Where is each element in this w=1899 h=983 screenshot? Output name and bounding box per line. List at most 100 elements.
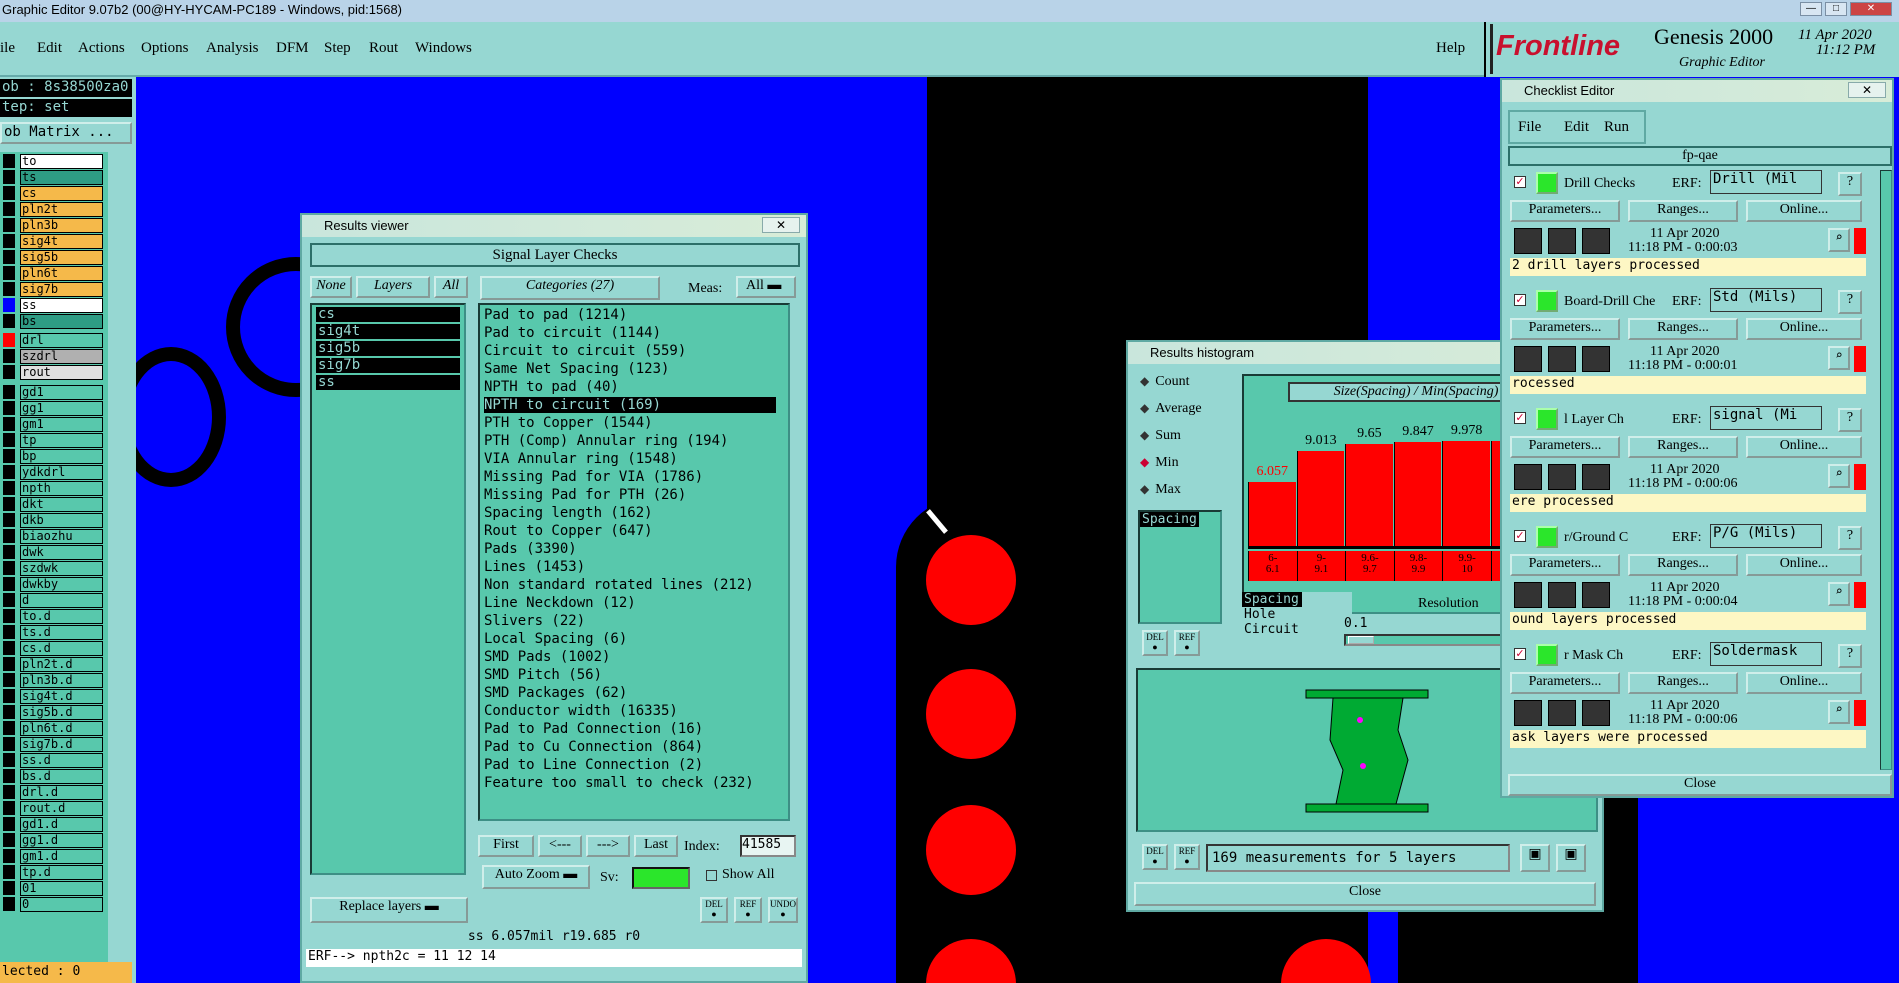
check-status-icon[interactable]	[1536, 408, 1558, 430]
preview-ref-button[interactable]: REF ●	[1174, 844, 1200, 870]
misc-layer-row[interactable]: gm1.d	[20, 849, 103, 864]
ref-button[interactable]: REF ●	[734, 897, 762, 923]
layer-row[interactable]: bs	[20, 314, 103, 329]
online-button[interactable]: Online...	[1746, 200, 1862, 222]
layer-row[interactable]: pln6t	[20, 266, 103, 281]
stat-radio-count[interactable]: ◆ Count	[1140, 374, 1189, 390]
category-item[interactable]: Pads (3390)	[484, 541, 577, 557]
help-button[interactable]: ?	[1838, 290, 1862, 314]
run-check-icon[interactable]	[1582, 346, 1610, 372]
run-check-icon[interactable]	[1582, 582, 1610, 608]
close-icon[interactable]: ✕	[1848, 82, 1886, 98]
stat-radio-min[interactable]: ◆ Min	[1140, 455, 1179, 471]
del-button[interactable]: DEL ●	[700, 897, 728, 923]
checklist-menu-run[interactable]: Run	[1604, 119, 1629, 136]
hist-attr-item[interactable]: Hole	[1242, 607, 1302, 622]
undo-button[interactable]: UNDO ●	[768, 897, 798, 923]
auto-zoom-dropdown[interactable]: Auto Zoom ▬	[482, 865, 590, 889]
histogram-bar[interactable]	[1345, 444, 1393, 546]
alert-icon[interactable]	[1854, 464, 1866, 490]
erf-field[interactable]: P/G (Mils)	[1710, 524, 1822, 548]
run-check-icon[interactable]	[1514, 582, 1542, 608]
stat-radio-average[interactable]: ◆ Average	[1140, 401, 1202, 417]
checklist-menu-file[interactable]: File	[1518, 119, 1541, 136]
index-input[interactable]: 41585	[740, 835, 796, 857]
misc-layer-row[interactable]: 01	[20, 881, 103, 896]
category-item[interactable]: SMD Pads (1002)	[484, 649, 610, 665]
categories-list[interactable]: Pad to pad (1214) Pad to circuit (1144) Ci…	[478, 303, 790, 821]
checklist-scrollbar[interactable]	[1880, 170, 1892, 770]
layer-row[interactable]: ss	[20, 298, 103, 313]
category-item[interactable]: SMD Pitch (56)	[484, 667, 602, 683]
misc-layer-row[interactable]: gd1	[20, 385, 103, 400]
online-button[interactable]: Online...	[1746, 554, 1862, 576]
meas-dropdown[interactable]: All ▬	[736, 276, 796, 298]
ranges-button[interactable]: Ranges...	[1628, 200, 1738, 222]
menu-windows[interactable]: Windows	[415, 40, 472, 57]
preview-del-button[interactable]: DEL ●	[1142, 844, 1168, 870]
category-item[interactable]: Rout to Copper (647)	[484, 523, 653, 539]
run-check-icon[interactable]	[1514, 346, 1542, 372]
run-check-icon[interactable]	[1582, 464, 1610, 490]
npth-pad-2[interactable]	[926, 669, 1016, 759]
misc-layer-row[interactable]: gm1	[20, 417, 103, 432]
category-item[interactable]: Missing Pad for VIA (1786)	[484, 469, 703, 485]
stat-radio-max[interactable]: ◆ Max	[1140, 482, 1181, 498]
hist-attr-item[interactable]: Spacing	[1242, 592, 1302, 607]
help-button[interactable]: ?	[1838, 408, 1862, 432]
ranges-button[interactable]: Ranges...	[1628, 436, 1738, 458]
erf-field[interactable]: signal (Mi	[1710, 406, 1822, 430]
zoom-area-icon[interactable]: ▣	[1556, 844, 1586, 872]
layer-row[interactable]: cs	[20, 186, 103, 201]
misc-layer-row[interactable]: to.d	[20, 609, 103, 624]
check-status-icon[interactable]	[1536, 644, 1558, 666]
first-button[interactable]: First	[478, 835, 534, 857]
check-enable-checkbox[interactable]: ✓	[1514, 294, 1526, 306]
zoom-icon[interactable]: ⌕	[1828, 346, 1850, 370]
misc-layer-row[interactable]: gg1	[20, 401, 103, 416]
sv-color-dropdown[interactable]	[632, 867, 690, 889]
npth-pad-3[interactable]	[926, 805, 1016, 895]
run-check-icon[interactable]	[1582, 228, 1610, 254]
result-layer-item[interactable]: sig4t	[316, 324, 460, 339]
run-check-icon[interactable]	[1582, 700, 1610, 726]
run-check-icon[interactable]	[1514, 464, 1542, 490]
online-button[interactable]: Online...	[1746, 672, 1862, 694]
misc-layer-row[interactable]: biaozhu	[20, 529, 103, 544]
misc-layer-row[interactable]: ts.d	[20, 625, 103, 640]
ranges-button[interactable]: Ranges...	[1628, 318, 1738, 340]
histogram-close-button[interactable]: Close	[1134, 882, 1596, 906]
categories-button[interactable]: Categories (27)	[480, 276, 660, 300]
misc-layer-row[interactable]: cs.d	[20, 641, 103, 656]
category-item[interactable]: Spacing length (162)	[484, 505, 653, 521]
menu-actions[interactable]: Actions	[78, 40, 125, 57]
misc-layer-row[interactable]: tp	[20, 433, 103, 448]
misc-layer-row[interactable]: gg1.d	[20, 833, 103, 848]
menu-step[interactable]: Step	[324, 40, 351, 57]
drill-layer-row[interactable]: drl	[20, 333, 103, 348]
minimize-button[interactable]: —	[1800, 2, 1822, 16]
misc-layer-row[interactable]: tp.d	[20, 865, 103, 880]
histogram-bar[interactable]	[1296, 451, 1345, 546]
run-check-icon[interactable]	[1514, 228, 1542, 254]
misc-layer-row[interactable]: npth	[20, 481, 103, 496]
result-layer-item[interactable]: sig7b	[316, 358, 460, 373]
alert-icon[interactable]	[1854, 582, 1866, 608]
check-enable-checkbox[interactable]: ✓	[1514, 530, 1526, 542]
run-check-icon[interactable]	[1548, 346, 1576, 372]
erf-field[interactable]: Soldermask	[1710, 642, 1822, 666]
help-button[interactable]: ?	[1838, 644, 1862, 668]
check-status-icon[interactable]	[1536, 172, 1558, 194]
result-layer-item[interactable]: cs	[316, 307, 460, 322]
layer-row[interactable]: pln2t	[20, 202, 103, 217]
hist-del-button[interactable]: DEL ●	[1142, 630, 1168, 656]
erf-field[interactable]: Drill (Mil	[1710, 170, 1822, 194]
check-name[interactable]: r/Ground C	[1564, 530, 1628, 546]
menu-options[interactable]: Options	[141, 40, 189, 57]
all-button[interactable]: All	[434, 276, 468, 298]
category-item[interactable]: Pad to pad (1214)	[484, 307, 627, 323]
online-button[interactable]: Online...	[1746, 318, 1862, 340]
zoom-icon[interactable]: ⌕	[1828, 582, 1850, 606]
run-check-icon[interactable]	[1514, 700, 1542, 726]
parameters-button[interactable]: Parameters...	[1510, 200, 1620, 222]
